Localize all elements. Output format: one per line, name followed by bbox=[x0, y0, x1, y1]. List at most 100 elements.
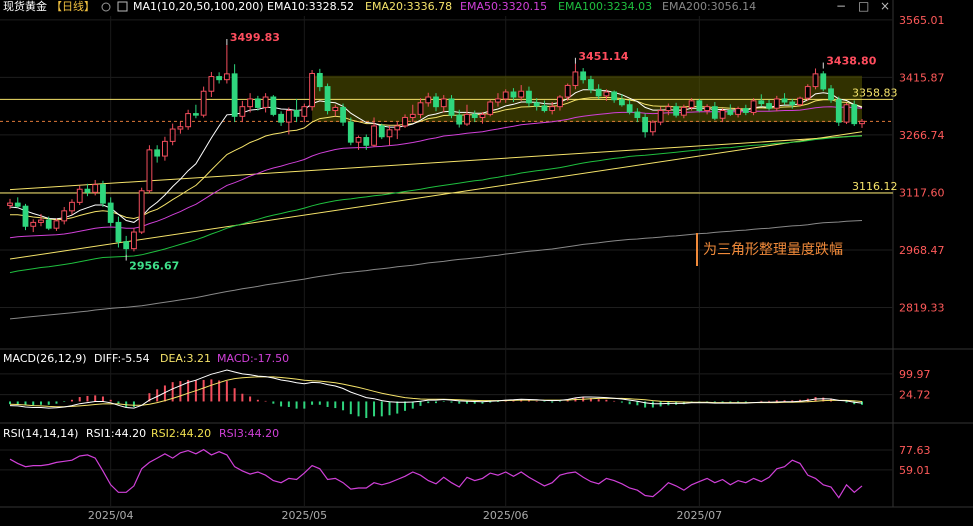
candle-body bbox=[192, 113, 199, 116]
candle-body bbox=[487, 101, 494, 115]
candle-body bbox=[69, 201, 75, 212]
candle-body bbox=[285, 110, 292, 123]
rsi-legend: RSI(14,14,14) RSI1:44.20 RSI2:44.20 RSI3… bbox=[3, 427, 279, 440]
candle-body bbox=[711, 106, 718, 119]
candle-body bbox=[680, 106, 687, 116]
candle-body bbox=[471, 113, 478, 118]
symbol-label: 现货黄金 bbox=[3, 0, 47, 13]
rsi-tick-label: 77.63 bbox=[899, 444, 931, 457]
candle-body bbox=[394, 125, 401, 131]
minimize-icon[interactable]: − bbox=[836, 0, 846, 13]
candle-body bbox=[162, 140, 168, 157]
candle-body bbox=[100, 184, 106, 204]
candle-body bbox=[309, 72, 315, 108]
candle-body bbox=[448, 98, 455, 116]
candle-body bbox=[611, 91, 618, 101]
gold-daily-chart[interactable]: 3358.83 3116.12 3499.83 2956.67 3451.14 3438… bbox=[0, 0, 973, 526]
y-tick-label: 2819.33 bbox=[899, 302, 945, 315]
candle-body bbox=[735, 108, 741, 115]
candle-body bbox=[38, 219, 44, 223]
rsi1-label: RSI1:44.20 bbox=[86, 427, 146, 440]
candle-body bbox=[185, 113, 192, 128]
x-tick-label: 2025/04 bbox=[88, 509, 134, 522]
candle-body bbox=[750, 100, 757, 113]
high-label: 3451.14 bbox=[578, 50, 628, 63]
candle-body bbox=[301, 106, 308, 117]
candle-body bbox=[324, 86, 331, 112]
candle-body bbox=[177, 126, 184, 130]
candle-body bbox=[665, 106, 672, 112]
macd-dea-label: DEA:3.21 bbox=[160, 352, 211, 365]
x-tick-label: 2025/05 bbox=[281, 509, 327, 522]
candle-body bbox=[363, 137, 370, 146]
candle-body bbox=[758, 100, 765, 105]
rsi-tick-label: 59.01 bbox=[899, 464, 931, 477]
ema200-label: EMA200:3056.14 bbox=[662, 0, 756, 13]
close-icon[interactable]: × bbox=[880, 0, 890, 13]
candle-body bbox=[45, 219, 52, 229]
candle-body bbox=[115, 221, 122, 243]
candle-body bbox=[231, 73, 238, 117]
candle-body bbox=[766, 103, 772, 109]
candle-body bbox=[742, 108, 749, 113]
candle-body bbox=[588, 79, 594, 90]
candle-body bbox=[262, 96, 269, 108]
candle-body bbox=[797, 97, 803, 106]
candle-body bbox=[138, 190, 145, 233]
candle-body bbox=[107, 202, 114, 223]
candle-body bbox=[495, 98, 501, 103]
candle-body bbox=[76, 188, 83, 203]
candle-body bbox=[843, 104, 850, 123]
candle-body bbox=[347, 121, 354, 143]
candle-body bbox=[564, 84, 571, 98]
candle-body bbox=[812, 73, 819, 88]
price-tag: 3116.12 bbox=[852, 180, 898, 193]
candle-body bbox=[688, 100, 695, 108]
rsi2-label: RSI2:44.20 bbox=[151, 427, 211, 440]
rsi3-label: RSI3:44.20 bbox=[219, 427, 279, 440]
candle-body bbox=[828, 88, 834, 101]
candle-body bbox=[533, 102, 540, 107]
rsi-label: RSI(14,14,14) bbox=[3, 427, 78, 440]
ema100-label: EMA100:3234.03 bbox=[558, 0, 652, 13]
candle-body bbox=[727, 110, 734, 115]
maximize-icon[interactable]: □ bbox=[858, 0, 869, 13]
candle-body bbox=[254, 98, 261, 108]
candle-body bbox=[851, 104, 858, 125]
macd-value-label: MACD:-17.50 bbox=[217, 352, 289, 365]
period-label[interactable]: 【日线】 bbox=[51, 0, 95, 13]
candle-body bbox=[804, 86, 811, 99]
candle-body bbox=[696, 100, 703, 112]
macd-diff-label: DIFF:-5.54 bbox=[94, 352, 150, 365]
y-tick-label: 3117.60 bbox=[899, 186, 945, 199]
candle-body bbox=[502, 91, 509, 100]
candle-body bbox=[618, 99, 625, 106]
y-tick-label: 3565.01 bbox=[899, 14, 945, 27]
candle-body bbox=[293, 110, 300, 117]
candle-body bbox=[557, 96, 563, 108]
ema10-label: EMA10:3328.52 bbox=[267, 0, 354, 13]
y-tick-label: 2968.47 bbox=[899, 244, 945, 257]
high-label: 3438.80 bbox=[826, 55, 876, 68]
y-tick-label: 3415.87 bbox=[899, 71, 945, 84]
candle-body bbox=[649, 121, 656, 133]
annotation-text: 为三角形整理量度跌幅 bbox=[703, 242, 843, 258]
candle-body bbox=[386, 129, 393, 138]
candle-body bbox=[773, 98, 780, 109]
low-label: 2956.67 bbox=[129, 260, 179, 273]
x-tick-label: 2025/06 bbox=[483, 509, 529, 522]
y-tick-label: 3266.74 bbox=[899, 129, 945, 142]
candle-body bbox=[789, 101, 796, 106]
candle-body bbox=[340, 106, 346, 123]
candle-body bbox=[355, 137, 362, 143]
candle-body bbox=[200, 90, 207, 116]
candle-body bbox=[223, 73, 230, 81]
x-tick-label: 2025/07 bbox=[676, 509, 722, 522]
candle-body bbox=[208, 76, 215, 92]
candle-body bbox=[14, 202, 21, 207]
candle-body bbox=[378, 125, 385, 138]
candle-body bbox=[595, 88, 602, 97]
candle-body bbox=[657, 110, 664, 123]
candle-body bbox=[835, 99, 842, 123]
candle-body bbox=[440, 98, 447, 108]
